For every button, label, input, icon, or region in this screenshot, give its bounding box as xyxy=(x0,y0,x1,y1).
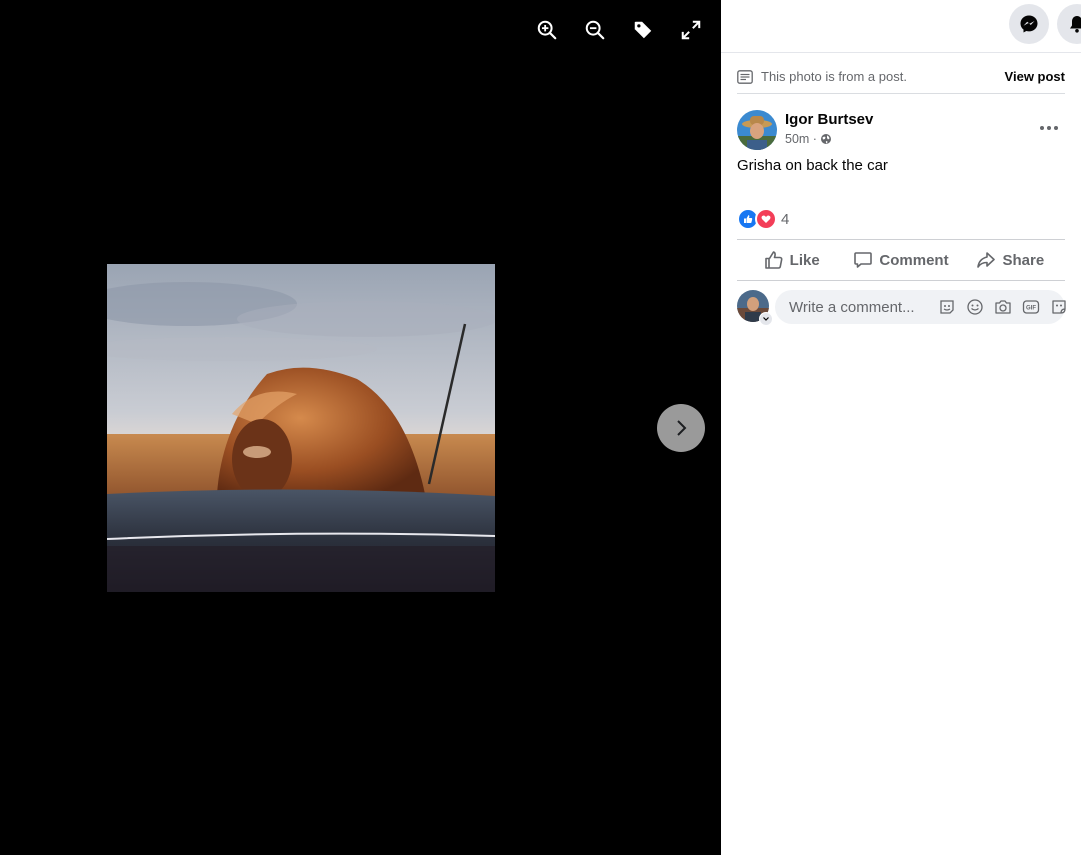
reaction-count: 4 xyxy=(781,210,790,228)
tag-photo-button[interactable] xyxy=(627,14,659,46)
post-photo xyxy=(107,264,495,592)
comment-icon xyxy=(854,252,873,268)
love-icon xyxy=(755,208,777,230)
zoom-out-button[interactable] xyxy=(579,14,611,46)
like-button[interactable]: Like xyxy=(737,240,846,280)
more-options-button[interactable] xyxy=(1033,114,1065,142)
post-icon xyxy=(737,69,753,84)
post-panel: This photo is from a post. View post Igo… xyxy=(721,0,1081,855)
fullscreen-icon xyxy=(681,20,701,40)
share-button[interactable]: Share xyxy=(956,240,1065,280)
gif-icon[interactable]: GIF xyxy=(1019,295,1043,319)
reaction-summary[interactable]: 4 xyxy=(737,208,789,230)
photo-viewer xyxy=(0,0,721,855)
camera-icon[interactable] xyxy=(991,295,1015,319)
notifications-button[interactable] xyxy=(1057,4,1081,44)
chevron-right-icon xyxy=(677,420,687,436)
more-icon xyxy=(1040,126,1058,130)
post-caption: Grisha on back the car xyxy=(737,157,888,174)
top-bar xyxy=(721,0,1081,53)
zoom-in-icon xyxy=(537,20,557,40)
author-avatar[interactable] xyxy=(737,110,777,150)
comment-label: Comment xyxy=(879,251,949,269)
share-icon xyxy=(977,252,996,268)
fullscreen-button[interactable] xyxy=(675,14,707,46)
comment-button[interactable]: Comment xyxy=(846,240,955,280)
zoom-out-icon xyxy=(585,20,605,40)
author-name[interactable]: Igor Burtsev xyxy=(785,111,873,128)
sticker-icon[interactable] xyxy=(1047,295,1071,319)
tag-icon xyxy=(634,21,652,39)
thumbs-up-icon xyxy=(764,251,783,269)
next-photo-button[interactable] xyxy=(657,404,705,452)
post-meta: 50m · xyxy=(785,132,832,146)
svg-text:GIF: GIF xyxy=(1026,306,1036,312)
comment-input[interactable] xyxy=(787,297,931,317)
zoom-in-button[interactable] xyxy=(531,14,563,46)
like-label: Like xyxy=(789,251,820,269)
messenger-icon xyxy=(1020,15,1038,33)
emoji-icon[interactable] xyxy=(963,295,987,319)
photo-notice: This photo is from a post. View post xyxy=(737,60,1065,94)
bell-icon xyxy=(1070,16,1081,33)
messenger-button[interactable] xyxy=(1009,4,1049,44)
avatar-sticker-icon[interactable] xyxy=(935,295,959,319)
notice-text: This photo is from a post. xyxy=(761,69,907,84)
comment-box: GIF xyxy=(775,290,1066,324)
globe-icon xyxy=(820,134,831,144)
share-label: Share xyxy=(1002,251,1045,269)
comment-composer: GIF xyxy=(737,290,1066,326)
post-header: Igor Burtsev 50m · xyxy=(737,110,1065,152)
post-actions: Like Comment Share xyxy=(737,239,1065,281)
post-time[interactable]: 50m · xyxy=(785,132,817,146)
view-post-link[interactable]: View post xyxy=(1005,69,1065,84)
chevron-down-icon[interactable] xyxy=(759,312,773,326)
